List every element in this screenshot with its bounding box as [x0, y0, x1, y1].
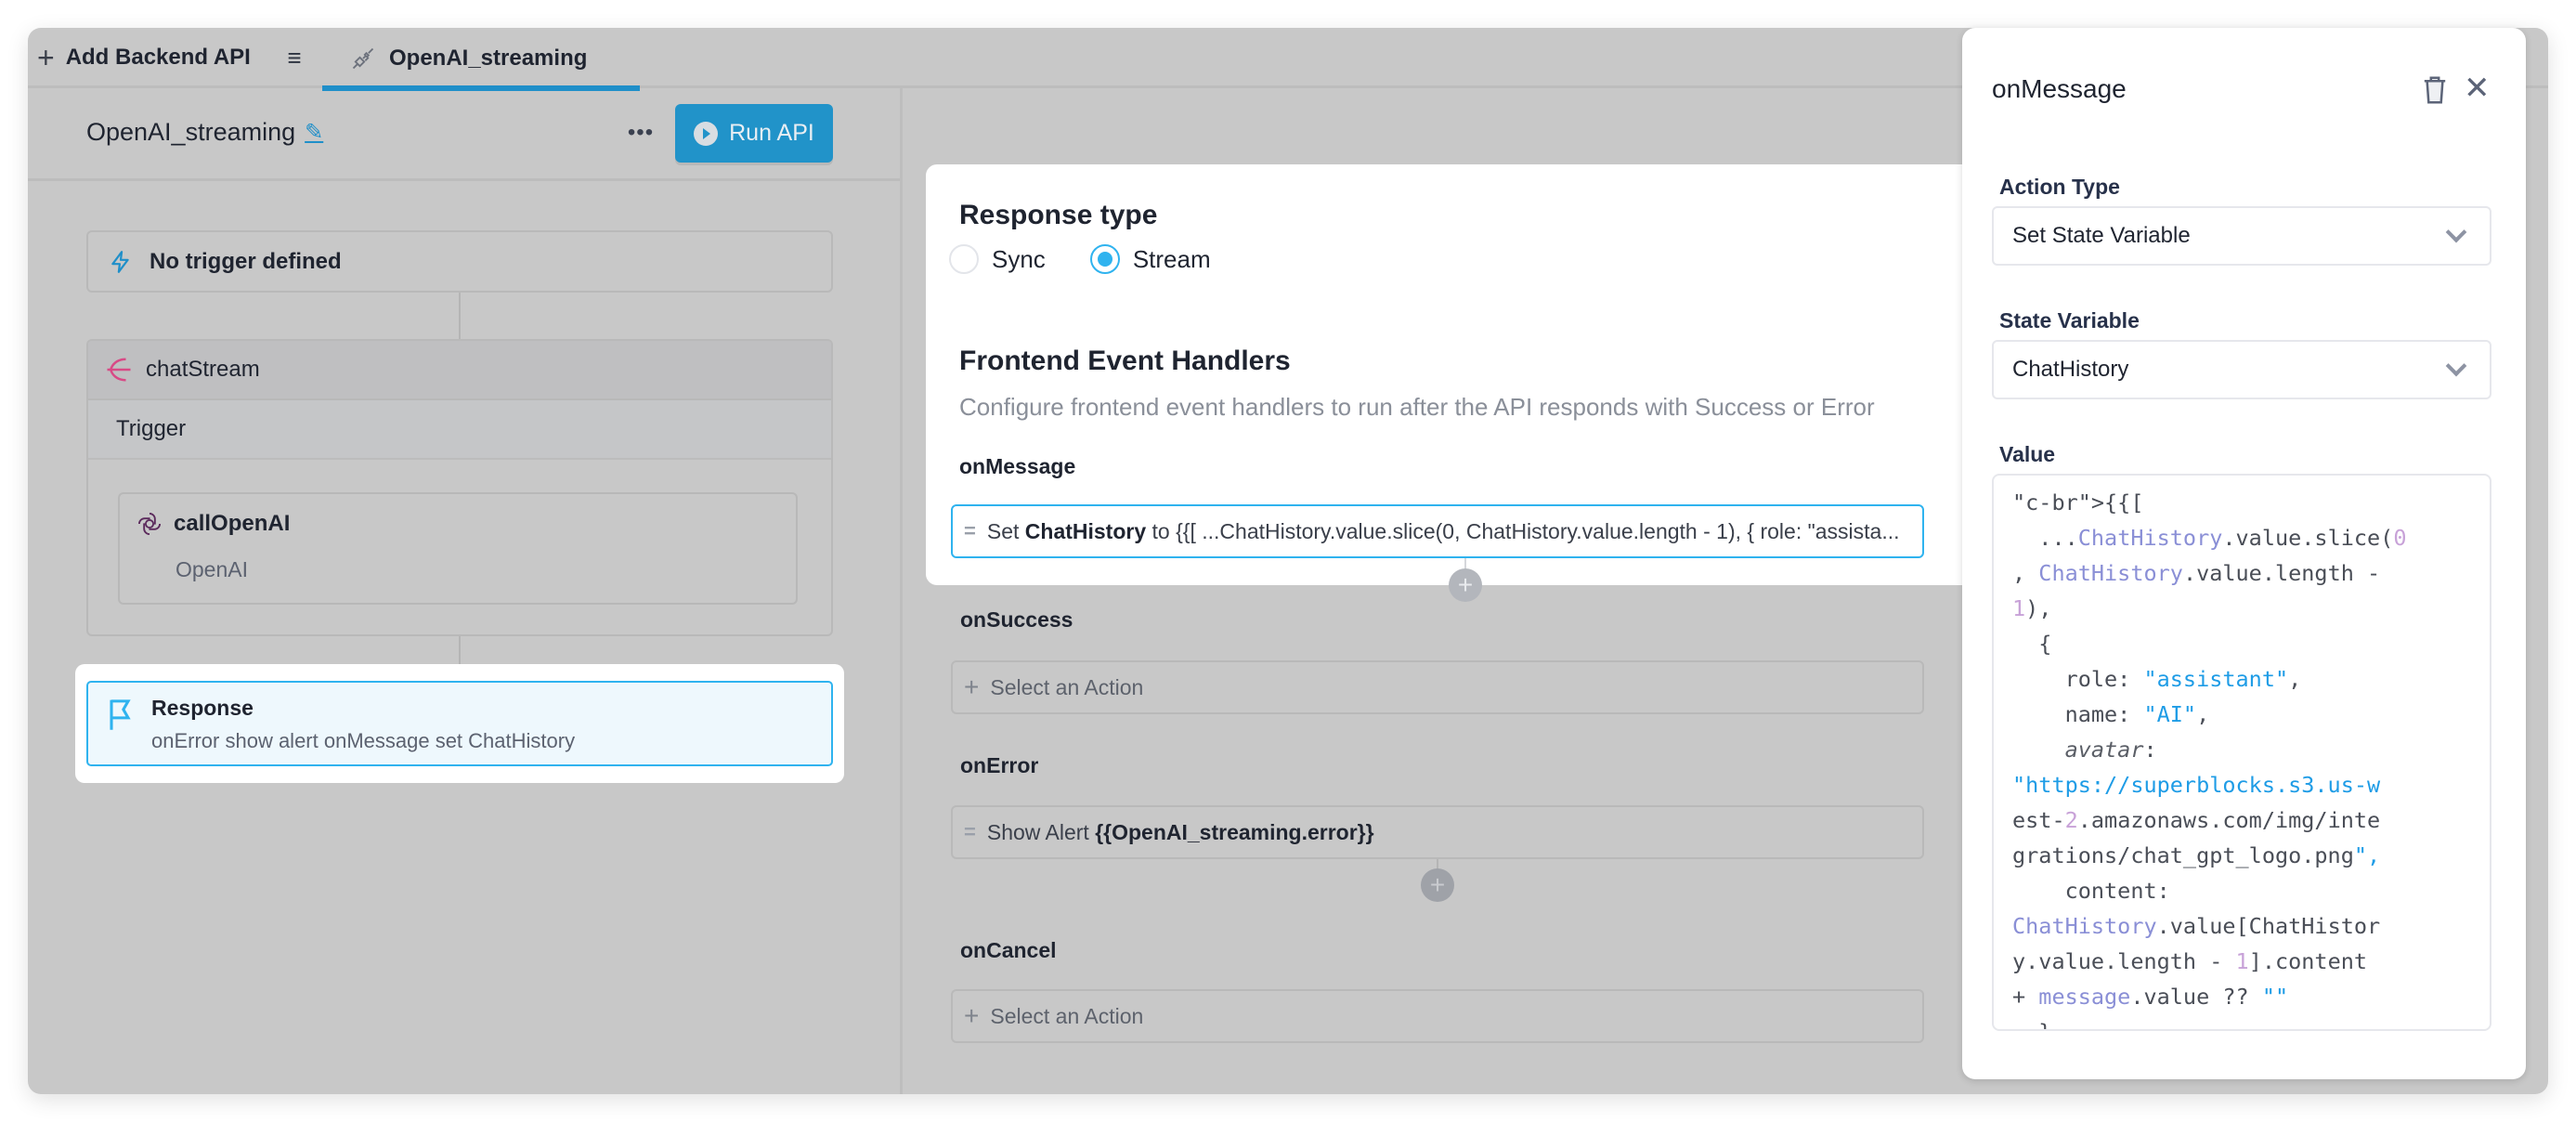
onerror-label: onError [960, 753, 1039, 777]
state-variable-value: ChatHistory [2012, 357, 2129, 382]
hamburger-icon[interactable]: ≡ [280, 43, 308, 72]
plus-icon: + [964, 672, 980, 701]
api-structure-panel: OpenAI_streaming ✎ ••• Run API No trigge… [28, 88, 903, 1094]
panel-title: onMessage [1992, 74, 2127, 103]
state-variable-label: State Variable [1999, 308, 2140, 333]
plus-icon: + [964, 1001, 980, 1030]
add-action-button[interactable]: + [1449, 568, 1482, 602]
step-name: callOpenAI [174, 511, 291, 536]
onsuccess-placeholder: Select an Action [990, 674, 1144, 699]
flag-icon [110, 699, 131, 730]
event-handlers-heading: Frontend Event Handlers [959, 346, 1291, 376]
tab-openai-streaming[interactable]: OpenAI_streaming [322, 28, 640, 91]
event-handlers-description: Configure frontend event handlers to run… [959, 393, 1875, 421]
action-type-label: Action Type [1999, 175, 2120, 199]
action-suffix: to {{[ ...ChatHistory.value.slice(0, Cha… [1151, 518, 1900, 543]
drag-handle-icon[interactable]: = [964, 820, 976, 844]
action-type-select[interactable]: Set State Variable [1992, 206, 2491, 266]
stream-block[interactable]: chatStream Trigger callOpenAI OpenAI [86, 339, 833, 636]
oncancel-select-action[interactable]: + Select an Action [951, 989, 1924, 1043]
action-target: ChatHistory [1024, 518, 1147, 543]
trigger-block[interactable]: No trigger defined [86, 230, 833, 293]
openai-icon [137, 512, 162, 536]
connector-line [459, 293, 461, 339]
api-header: OpenAI_streaming ✎ ••• Run API [28, 88, 900, 181]
value-code: "c-br">{{[ ...ChatHistory.value.slice(0 … [2012, 489, 2407, 1029]
add-action-button[interactable]: + [1421, 868, 1454, 902]
step-integration: OpenAI [176, 557, 248, 581]
stream-fork-icon [107, 358, 131, 382]
action-type-value: Set State Variable [2012, 223, 2191, 248]
step-call-openai[interactable]: callOpenAI OpenAI [118, 492, 798, 605]
lightning-icon [111, 250, 129, 273]
trigger-label: No trigger defined [150, 248, 342, 274]
value-code-editor[interactable]: "c-br">{{[ ...ChatHistory.value.slice(0 … [1992, 474, 2491, 1031]
radio-stream-label[interactable]: Stream [1133, 245, 1211, 274]
trash-icon[interactable] [2422, 74, 2448, 106]
onmessage-action[interactable]: = Set ChatHistory to {{[ ...ChatHistory.… [951, 504, 1924, 558]
add-backend-api-label: Add Backend API [65, 45, 251, 70]
oncancel-placeholder: Select an Action [990, 1003, 1144, 1028]
response-block[interactable]: Response onError show alert onMessage se… [86, 681, 833, 766]
more-options-button[interactable]: ••• [622, 116, 659, 150]
api-name[interactable]: OpenAI_streaming ✎ [86, 118, 323, 147]
radio-stream[interactable] [1089, 244, 1120, 274]
onsuccess-label: onSuccess [960, 607, 1073, 632]
oncancel-label: onCancel [960, 938, 1057, 962]
response-type-radio-group: Sync Stream [949, 244, 1211, 274]
drag-handle-icon[interactable]: = [964, 519, 976, 543]
radio-sync[interactable] [949, 244, 979, 274]
radio-sync-label[interactable]: Sync [992, 245, 1046, 274]
close-icon[interactable]: ✕ [2464, 72, 2491, 104]
stream-block-header: chatStream [88, 341, 831, 400]
value-label: Value [1999, 442, 2056, 466]
response-type-heading: Response type [959, 200, 1158, 230]
chevron-down-icon [2445, 221, 2467, 243]
add-backend-api-button[interactable]: + Add Backend API [37, 41, 251, 74]
run-api-button[interactable]: Run API [675, 104, 833, 163]
action-target: {{OpenAI_streaming.error}} [1095, 819, 1374, 844]
response-type-card: Response type Sync Stream Frontend Event… [926, 164, 1966, 602]
response-title: Response [151, 696, 254, 720]
onsuccess-select-action[interactable]: + Select an Action [951, 660, 1924, 714]
action-prefix: Show Alert [986, 819, 1089, 844]
step-title: callOpenAI [137, 511, 290, 537]
response-highlight: Response onError show alert onMessage se… [75, 664, 844, 783]
pencil-icon[interactable]: ✎ [305, 119, 323, 146]
tab-label: OpenAI_streaming [389, 45, 588, 71]
onerror-action[interactable]: = Show Alert {{OpenAI_streaming.error}} [951, 805, 1924, 859]
play-circle-icon [694, 121, 719, 146]
chevron-down-icon [2445, 355, 2467, 377]
state-variable-select[interactable]: ChatHistory [1992, 340, 2491, 399]
run-api-label: Run API [729, 120, 814, 146]
stream-trigger-row: Trigger [88, 400, 831, 460]
plug-icon [352, 47, 374, 69]
action-config-panel: onMessage ✕ Action Type Set State Variab… [1962, 28, 2526, 1079]
response-summary: onError show alert onMessage set ChatHis… [151, 729, 576, 752]
onmessage-label: onMessage [959, 454, 1076, 478]
plus-icon: + [37, 41, 55, 74]
api-name-label: OpenAI_streaming [86, 118, 296, 146]
action-prefix: Set [986, 518, 1020, 543]
stream-block-name: chatStream [146, 357, 260, 382]
